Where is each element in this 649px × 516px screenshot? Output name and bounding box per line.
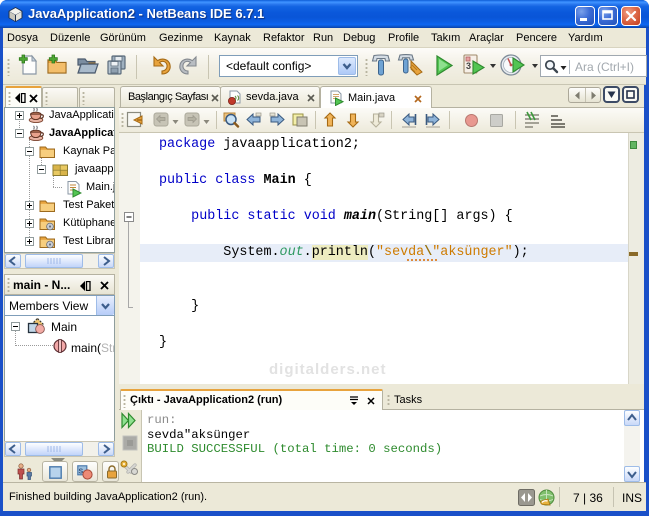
svg-text:3: 3 <box>466 61 471 71</box>
